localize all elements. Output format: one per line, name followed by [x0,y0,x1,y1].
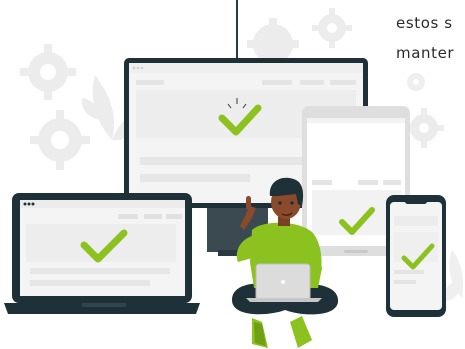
gear-icon [30,110,90,170]
devices-illustration [4,0,464,348]
gear-icon [407,73,425,91]
smartphone-device [386,195,446,317]
hero-illustration: estos s manter [0,0,465,349]
gear-icon [312,8,352,48]
gear-icon [20,44,76,100]
gear-icon [247,18,299,64]
